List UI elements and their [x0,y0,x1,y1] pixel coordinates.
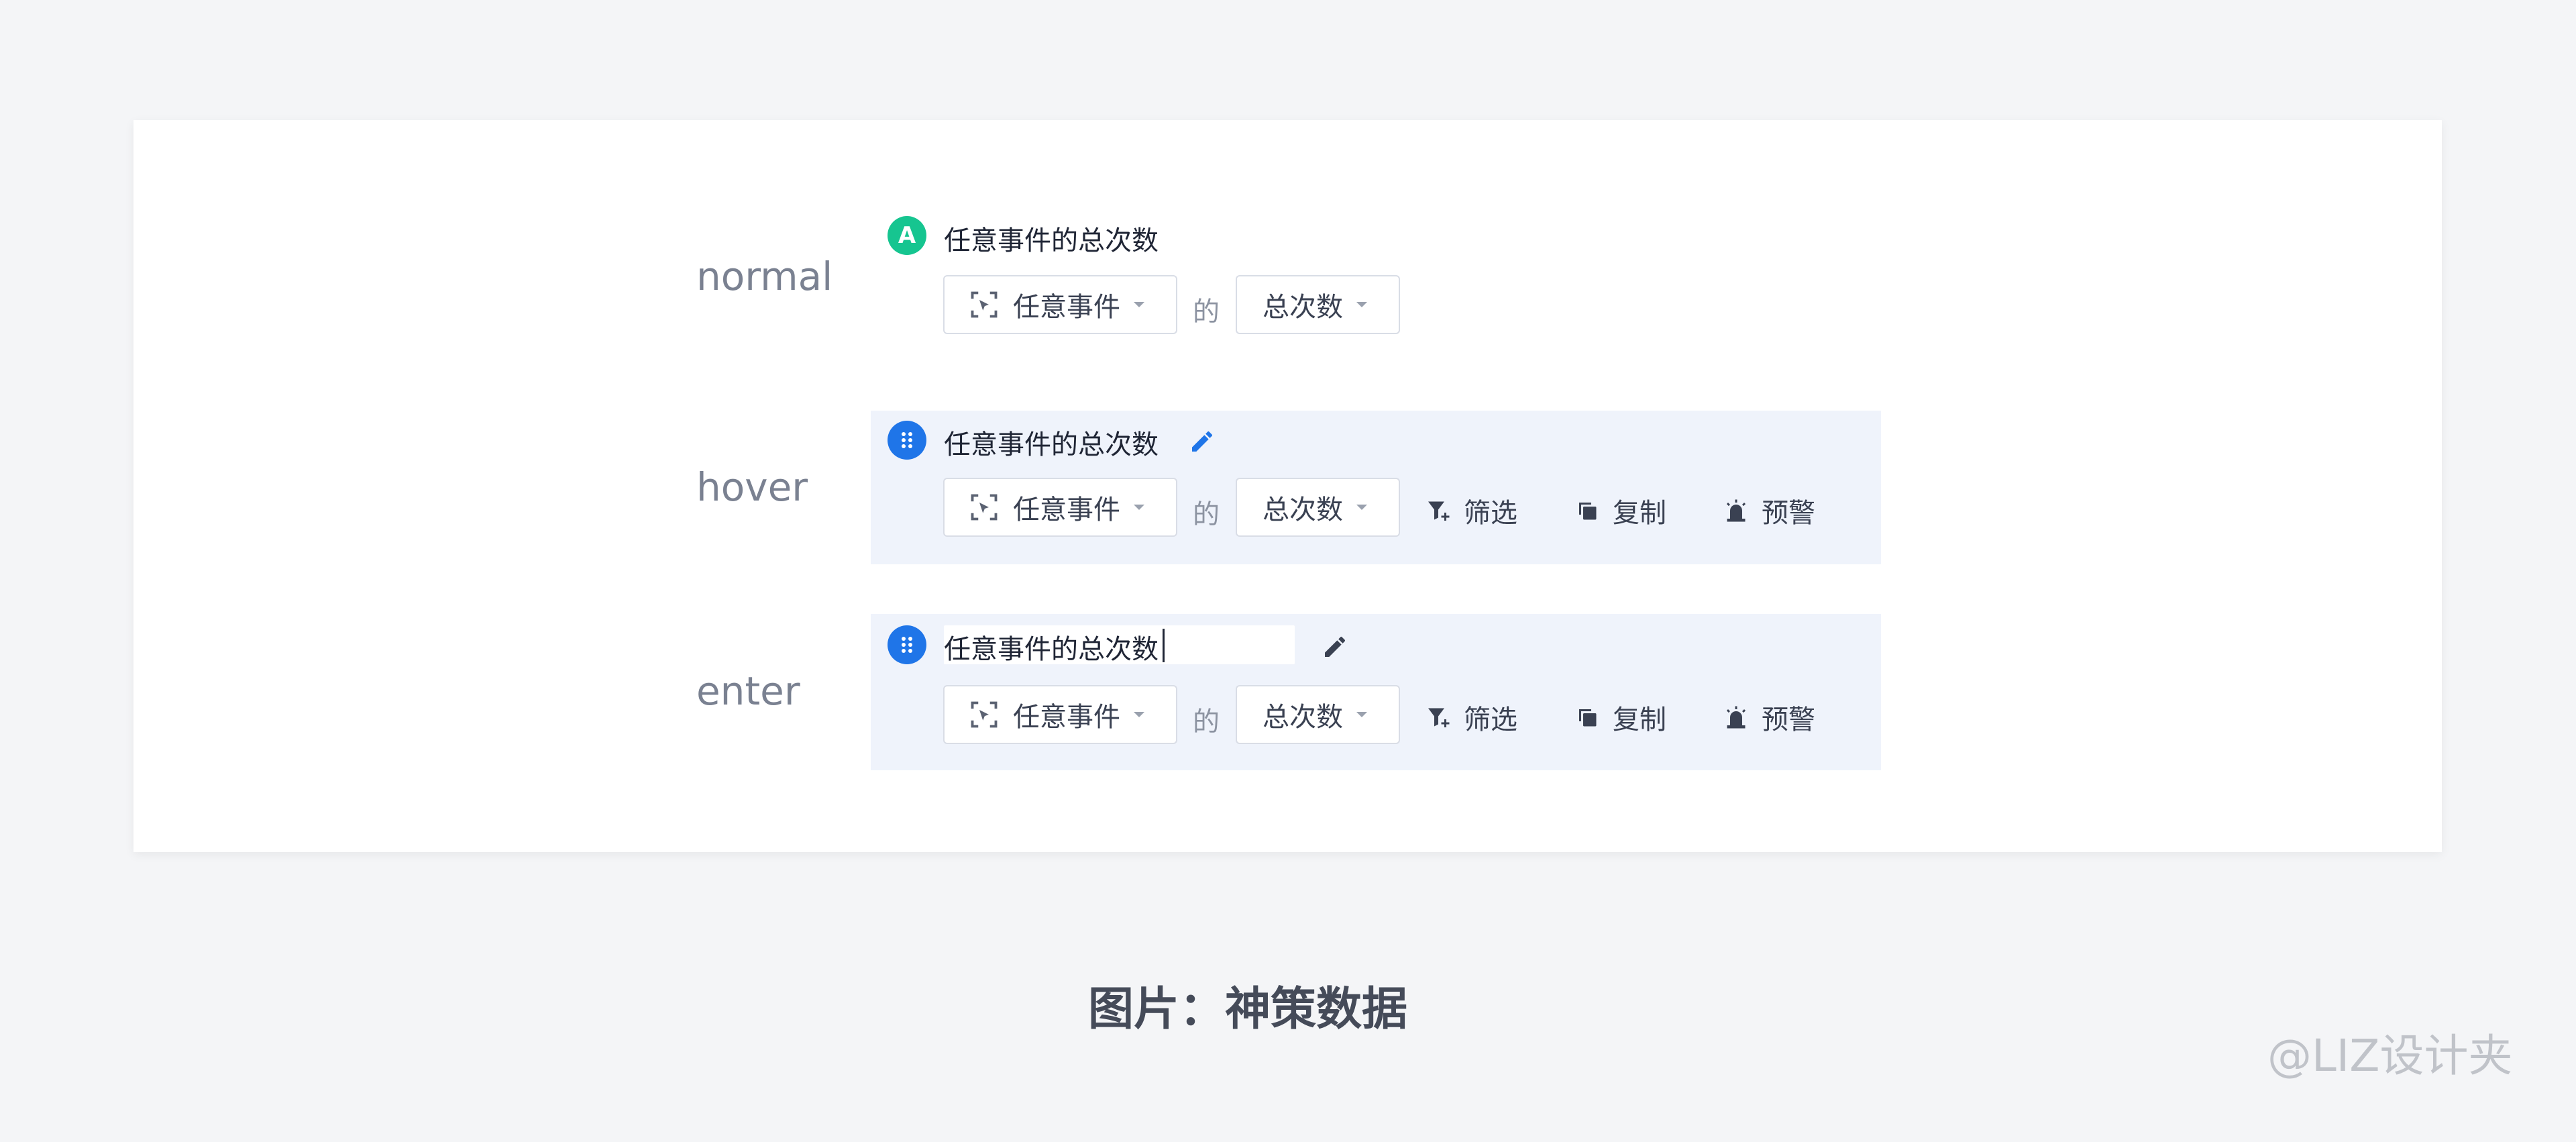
filter-icon [1428,501,1450,521]
copy-icon [1579,709,1597,727]
text-caret [1163,629,1165,662]
event-selector[interactable]: 任意事件 [943,478,1177,537]
connector-text: 的 [1193,707,1220,737]
event-selector-label: 任意事件 [1013,495,1120,525]
drag-handle-icon [902,432,912,448]
measure-selector[interactable]: 总次数 [1236,275,1400,334]
copy-label: 复制 [1613,498,1666,529]
measure-selector-label: 总次数 [1263,702,1343,733]
event-selector-label: 任意事件 [1013,292,1120,323]
alert-button[interactable]: 预警 [1724,491,1815,530]
event-scan-icon [971,291,998,318]
drag-handle[interactable] [888,625,926,664]
measure-selector-label: 总次数 [1263,495,1343,525]
filter-button[interactable]: 筛选 [1426,698,1517,737]
alert-label: 预警 [1762,498,1815,529]
watermark: @LIZ设计夹 [2267,1030,2513,1082]
caret-down-icon [1134,302,1144,307]
connector-text: 的 [1193,297,1220,327]
metric-name-input-value[interactable]: 任意事件的总次数 [944,627,1159,666]
caret-down-icon [1356,712,1367,717]
measure-selector[interactable]: 总次数 [1236,478,1400,537]
copy-button[interactable]: 复制 [1575,698,1666,737]
copy-icon [1579,503,1597,520]
alert-button[interactable]: 预警 [1724,698,1815,737]
event-selector[interactable]: 任意事件 [943,685,1177,744]
caret-down-icon [1356,302,1367,307]
filter-button[interactable]: 筛选 [1426,491,1517,530]
filter-label: 筛选 [1464,498,1517,529]
copy-button[interactable]: 复制 [1575,491,1666,530]
alarm-icon [1726,706,1746,729]
alarm-icon [1726,499,1746,522]
image-caption: 图片：神策数据 [1087,983,1407,1036]
caret-down-icon [1134,505,1144,510]
caret-down-icon [1356,505,1367,510]
caret-down-icon [1134,712,1144,717]
pencil-icon[interactable] [1322,633,1348,660]
metric-name: 任意事件的总次数 [944,429,1159,460]
alert-label: 预警 [1762,705,1815,735]
drag-handle[interactable] [888,421,926,460]
pencil-icon[interactable] [1189,428,1216,455]
drag-handle-icon [902,637,912,653]
state-label-hover: hover [696,464,808,510]
copy-label: 复制 [1613,705,1666,735]
filter-icon [1428,708,1450,727]
event-scan-icon [971,494,998,521]
state-label-enter: enter [696,668,800,714]
connector-text: 的 [1193,499,1220,530]
measure-selector[interactable]: 总次数 [1236,685,1400,744]
measure-selector-label: 总次数 [1263,292,1343,323]
filter-label: 筛选 [1464,705,1517,735]
metric-badge: A [888,216,926,255]
event-selector-label: 任意事件 [1013,702,1120,733]
state-label-normal: normal [696,254,833,299]
metric-name: 任意事件的总次数 [944,225,1159,256]
event-selector[interactable]: 任意事件 [943,275,1177,334]
event-scan-icon [971,701,998,728]
